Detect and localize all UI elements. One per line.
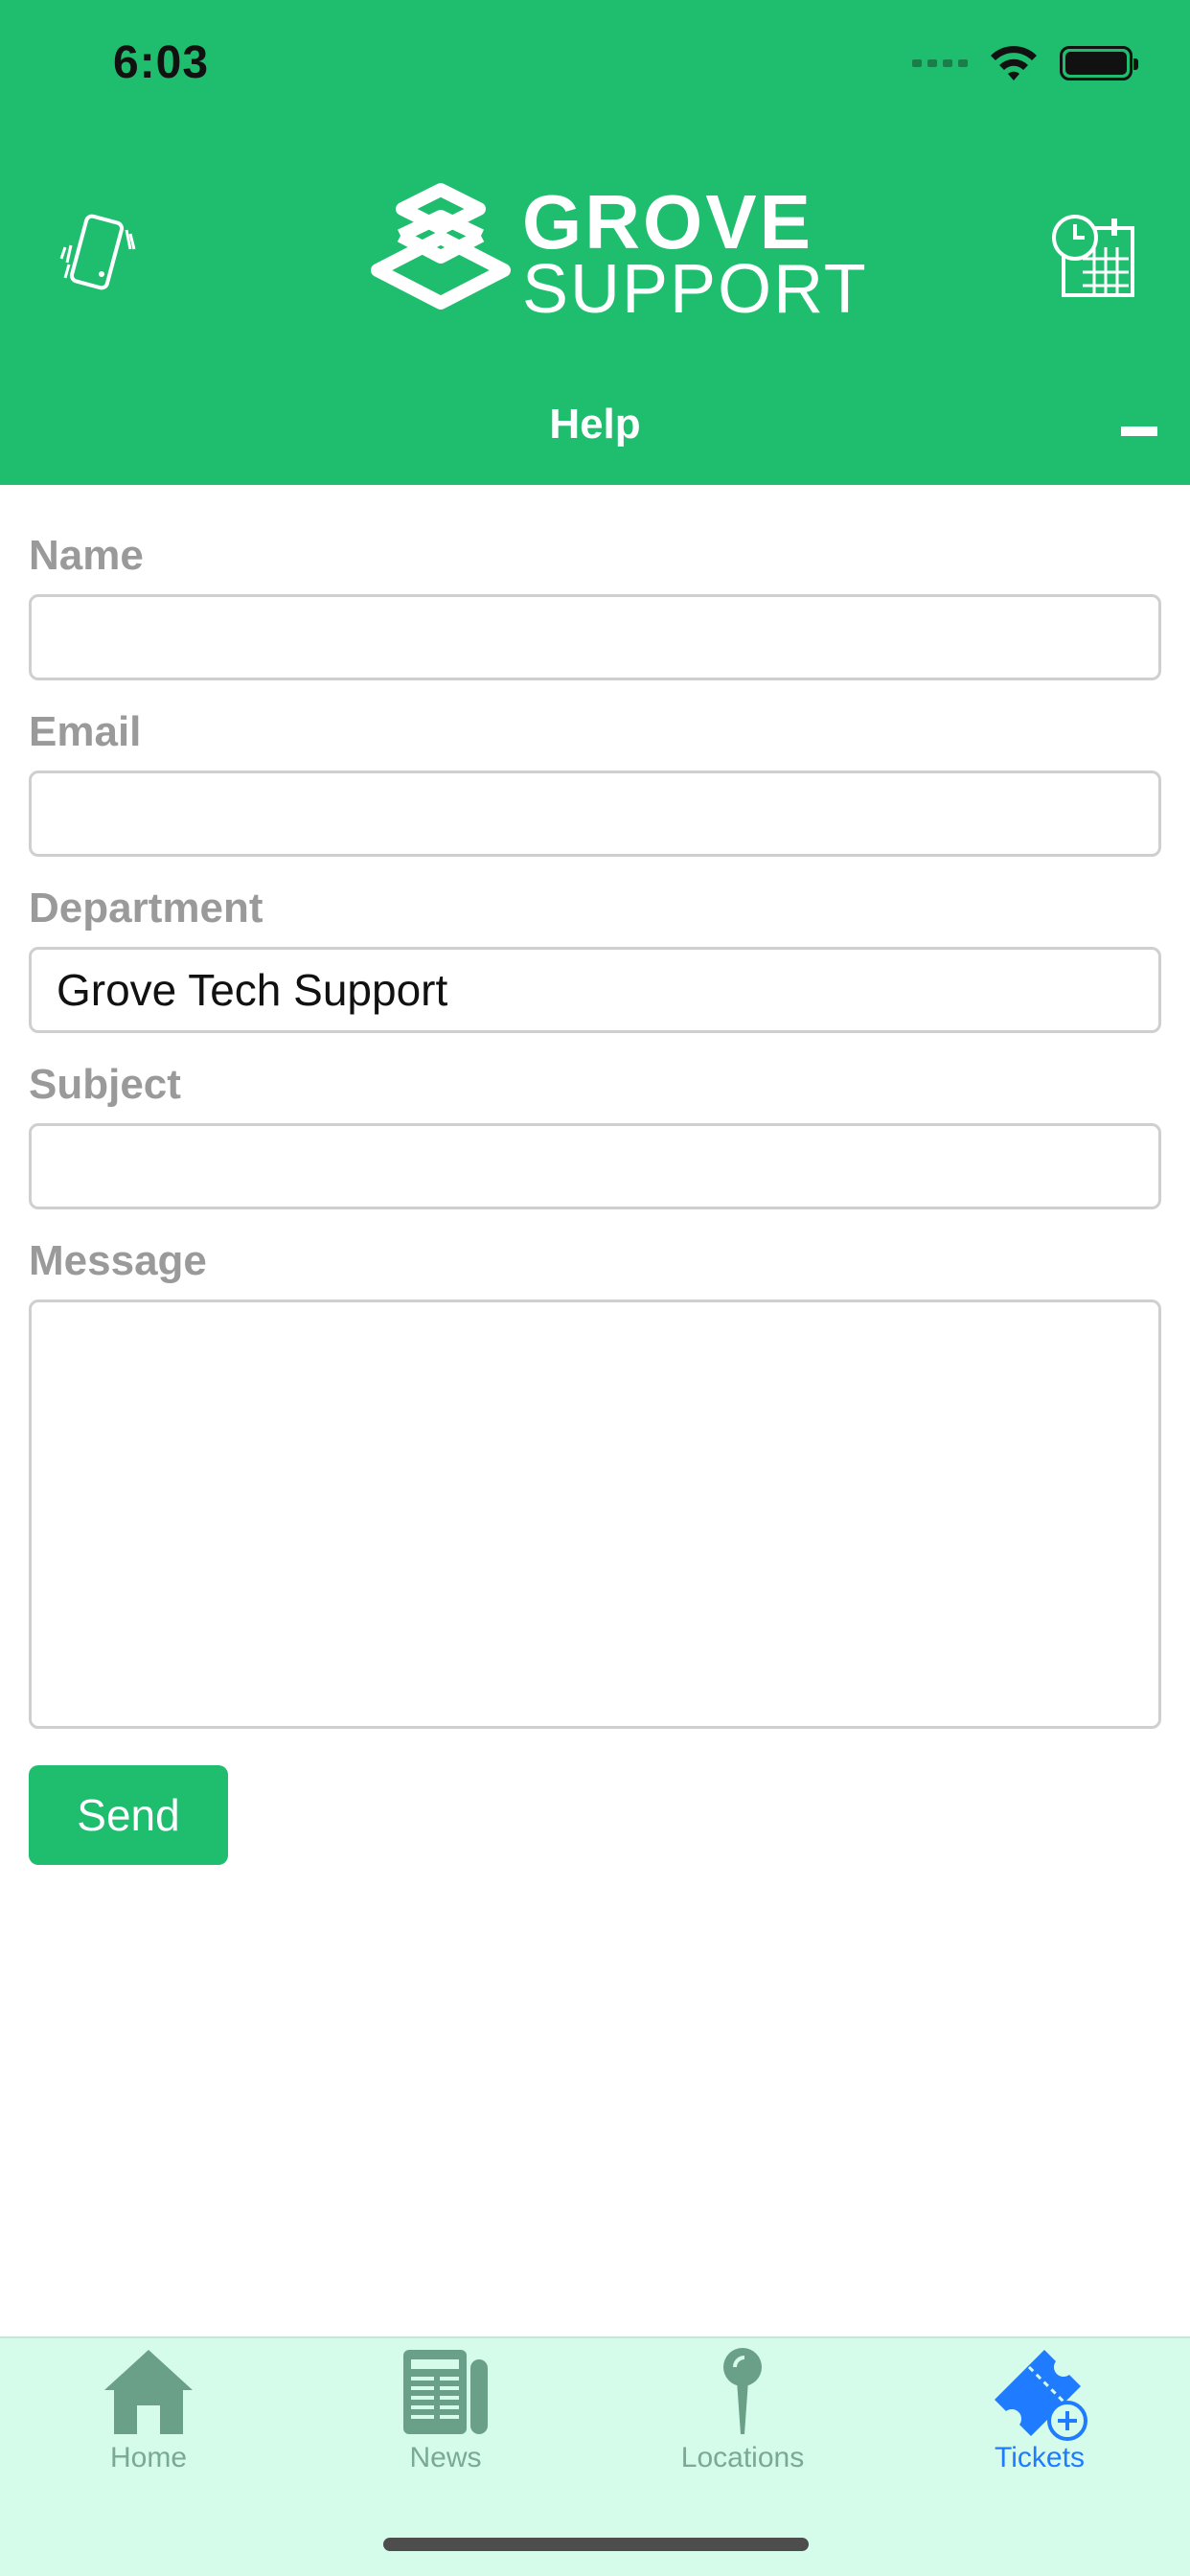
minimize-button[interactable] [1121, 426, 1157, 436]
home-indicator[interactable] [383, 2538, 809, 2551]
tab-home[interactable]: Home [0, 2338, 297, 2501]
email-field[interactable] [29, 770, 1161, 857]
logo-text-grove: GROVE [522, 179, 813, 264]
status-time: 6:03 [113, 37, 210, 88]
message-label: Message [29, 1237, 207, 1284]
cellular-signal-icon [912, 59, 968, 67]
subject-field[interactable] [29, 1123, 1161, 1209]
department-label: Department [29, 885, 263, 932]
tab-tickets[interactable]: Tickets [891, 2338, 1188, 2501]
newspaper-icon [403, 2350, 488, 2434]
name-field[interactable] [29, 594, 1161, 680]
wifi-icon [991, 46, 1037, 80]
department-field[interactable] [29, 947, 1161, 1033]
map-pin-icon [723, 2348, 762, 2434]
page-title: Help [549, 401, 641, 448]
logo-text-support: SUPPORT [522, 251, 868, 328]
send-button[interactable]: Send [29, 1765, 228, 1865]
help-form: Name Email Department Subject Message Se… [29, 498, 1161, 1865]
tab-locations[interactable]: Locations [594, 2338, 891, 2501]
app-header: 6:03 GROVE SUPPORT Help [0, 0, 1190, 485]
subject-label: Subject [29, 1061, 181, 1108]
tab-news[interactable]: News [297, 2338, 594, 2501]
ticket-add-icon [995, 2350, 1087, 2441]
name-label: Name [29, 532, 144, 579]
tab-label: Tickets [995, 2442, 1085, 2473]
schedule-calendar-icon[interactable] [1048, 209, 1136, 301]
email-label: Email [29, 708, 142, 755]
home-icon [104, 2350, 193, 2434]
battery-icon [1060, 46, 1138, 80]
vibrate-phone-icon[interactable] [56, 211, 142, 297]
tab-label: Locations [680, 2442, 805, 2473]
grove-support-logo: GROVE SUPPORT [364, 178, 866, 332]
tab-label: Home [109, 2442, 188, 2473]
logo-mark-icon [371, 183, 511, 310]
tab-label: News [409, 2442, 482, 2473]
message-field[interactable] [29, 1300, 1161, 1729]
status-indicators [912, 44, 1138, 82]
